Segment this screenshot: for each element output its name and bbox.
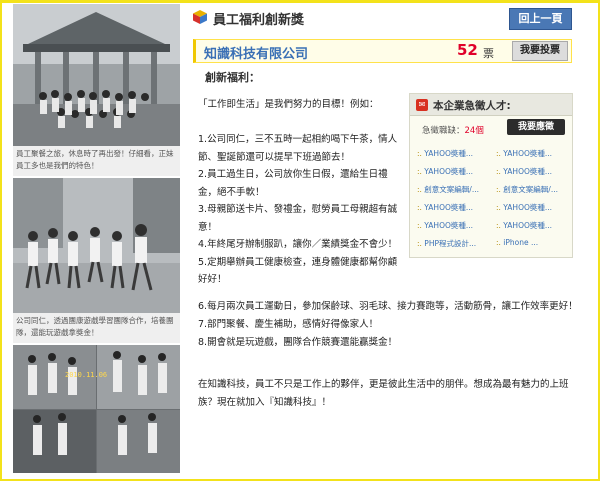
photo-caption-2: 公司同仁，透過團康遊戲學習團隊合作，培養團隊，還能玩遊戲拿獎金！ <box>13 313 180 343</box>
job-link[interactable]: :. 創意文案編輯/... <box>496 184 558 195</box>
company-name[interactable]: 知識科技有限公司 <box>204 43 308 62</box>
benefit-line: 8.開會就是玩遊戲，團隊合作競賽還能贏獎金！ <box>198 337 398 348</box>
briefcase-icon: ✉ <box>416 99 428 111</box>
job-link[interactable]: :. YAHOO奬種... <box>496 166 552 177</box>
jobs-panel: ✉ 本企業急徵人才: 急徵職缺：24個 我要應徵 :. YAHOO奬種... :… <box>409 93 573 258</box>
page-header: 員工福利創新獎 回上一頁 <box>193 8 575 30</box>
benefit-line: 好好！ <box>198 274 227 285</box>
jobs-count-label: 急徵職缺： <box>422 126 465 136</box>
intro-text: 「工作即生活」是我們努力的目標！例如： <box>198 99 379 110</box>
photo-column: 員工聚餐之旅，休息時了再出發！仔細看，正妹員工多也是我們的特色！ 公司同仁，透過… <box>13 4 180 473</box>
job-link[interactable]: :. YAHOO奬種... <box>417 148 473 159</box>
vote-unit: 票 <box>483 47 494 60</box>
benefit-line: 3.母親節送卡片、發禮金，慰勞員工母親超有誠 <box>198 204 398 215</box>
job-link[interactable]: :. YAHOO奬種... <box>417 166 473 177</box>
job-link[interactable]: :. 創意文案編輯/... <box>417 184 479 195</box>
benefit-line: 1.公司同仁，三不五時一起相約喝下午茶，情人 <box>198 134 398 145</box>
job-link[interactable]: :. iPhone ... <box>496 238 538 247</box>
benefits-content: 「工作即生活」是我們努力的目標！例如： 1.公司同仁，三不五時一起相約喝下午茶，… <box>198 96 403 289</box>
company-bar: 知識科技有限公司 52 票 我要投票 <box>193 39 572 63</box>
photo-gazebo <box>13 4 180 146</box>
vote-count: 52 <box>457 41 478 59</box>
job-link[interactable]: :. YAHOO奬種... <box>417 202 473 213</box>
jobs-title: 本企業急徵人才: <box>433 100 511 112</box>
benefit-line: 節、聖誕節還可以提早下班過節去！ <box>198 151 351 163</box>
vote-button[interactable]: 我要投票 <box>512 41 568 61</box>
benefit-line: 2.員工過生日，公司放你生日假，還給生日禮 <box>198 169 388 180</box>
benefit-line: 5.定期舉辦員工健康檢查，連身體健康都幫你顧 <box>198 256 398 268</box>
job-link[interactable]: :. PHP程式設計... <box>417 238 476 249</box>
benefit-line: 金，絕不手軟！ <box>198 186 265 198</box>
page-title: 員工福利創新獎 <box>213 13 305 28</box>
cube-icon <box>193 10 207 24</box>
closing-line: 族？現在就加入『知識科技』！ <box>198 397 332 408</box>
job-link[interactable]: :. YAHOO奬種... <box>417 220 473 231</box>
photo-street <box>13 178 180 313</box>
photo-activity: 2010.11.06 <box>13 345 180 473</box>
photo-date-stamp: 2010.11.06 <box>65 371 108 379</box>
benefit-line: 意！ <box>198 221 218 233</box>
benefit-line: 7.部門聚餐、慶生補助，感情好得像家人！ <box>198 319 379 330</box>
benefit-line: 4.年終尾牙辦制服趴，讓你／業績獎金不會少！ <box>198 239 398 250</box>
jobs-count: 急徵職缺：24個 <box>422 124 484 136</box>
benefit-line: 6.每月兩次員工運動日，參加保齡球、羽毛球、接力賽跑等，活動筋骨，讓工作效率更好… <box>198 301 578 312</box>
apply-button[interactable]: 我要應徵 <box>507 119 565 135</box>
job-link[interactable]: :. YAHOO奬種... <box>496 220 552 231</box>
closing-line: 在知識科技，員工不只是工作上的夥伴，更是彼此生活中的朋伴。想成為最有魅力的上班 <box>198 379 569 390</box>
jobs-header: ✉ 本企業急徵人才: <box>410 94 572 116</box>
section-title: 創新福利： <box>205 71 260 84</box>
jobs-count-value: 24個 <box>464 126 484 136</box>
job-link[interactable]: :. YAHOO奬種... <box>496 202 552 213</box>
photo-caption-1: 員工聚餐之旅，休息時了再出發！仔細看，正妹員工多也是我們的特色！ <box>13 146 180 176</box>
job-link[interactable]: :. YAHOO奬種... <box>496 148 552 159</box>
back-button[interactable]: 回上一頁 <box>509 8 572 30</box>
